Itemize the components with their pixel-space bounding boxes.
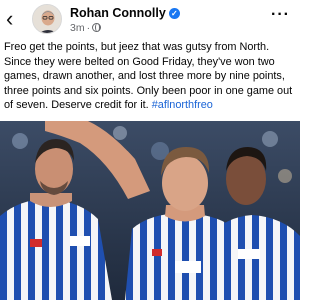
author-name-row[interactable]: Rohan Connolly ✓ bbox=[70, 6, 180, 20]
post-meta: 3m · bbox=[70, 22, 102, 34]
post-body: Freo get the points, but jeez that was g… bbox=[4, 40, 298, 113]
globe-icon bbox=[92, 23, 102, 32]
post-header: ‹ Rohan Connolly ✓ 3m · ··· bbox=[0, 0, 300, 40]
post-photo[interactable] bbox=[0, 121, 300, 300]
avatar[interactable] bbox=[32, 4, 62, 34]
author-name[interactable]: Rohan Connolly bbox=[70, 6, 166, 20]
verified-badge-icon: ✓ bbox=[168, 8, 180, 19]
more-options-icon[interactable]: ··· bbox=[271, 6, 290, 24]
chevron-left-icon[interactable]: ‹ bbox=[6, 7, 24, 31]
hashtag-link[interactable]: #aflnorthfreo bbox=[152, 99, 213, 111]
team-photo bbox=[0, 121, 300, 300]
post-time[interactable]: 3m bbox=[70, 22, 85, 34]
meta-separator: · bbox=[86, 22, 91, 34]
avatar-portrait bbox=[33, 5, 61, 33]
post-text: Freo get the points, but jeez that was g… bbox=[4, 41, 293, 112]
